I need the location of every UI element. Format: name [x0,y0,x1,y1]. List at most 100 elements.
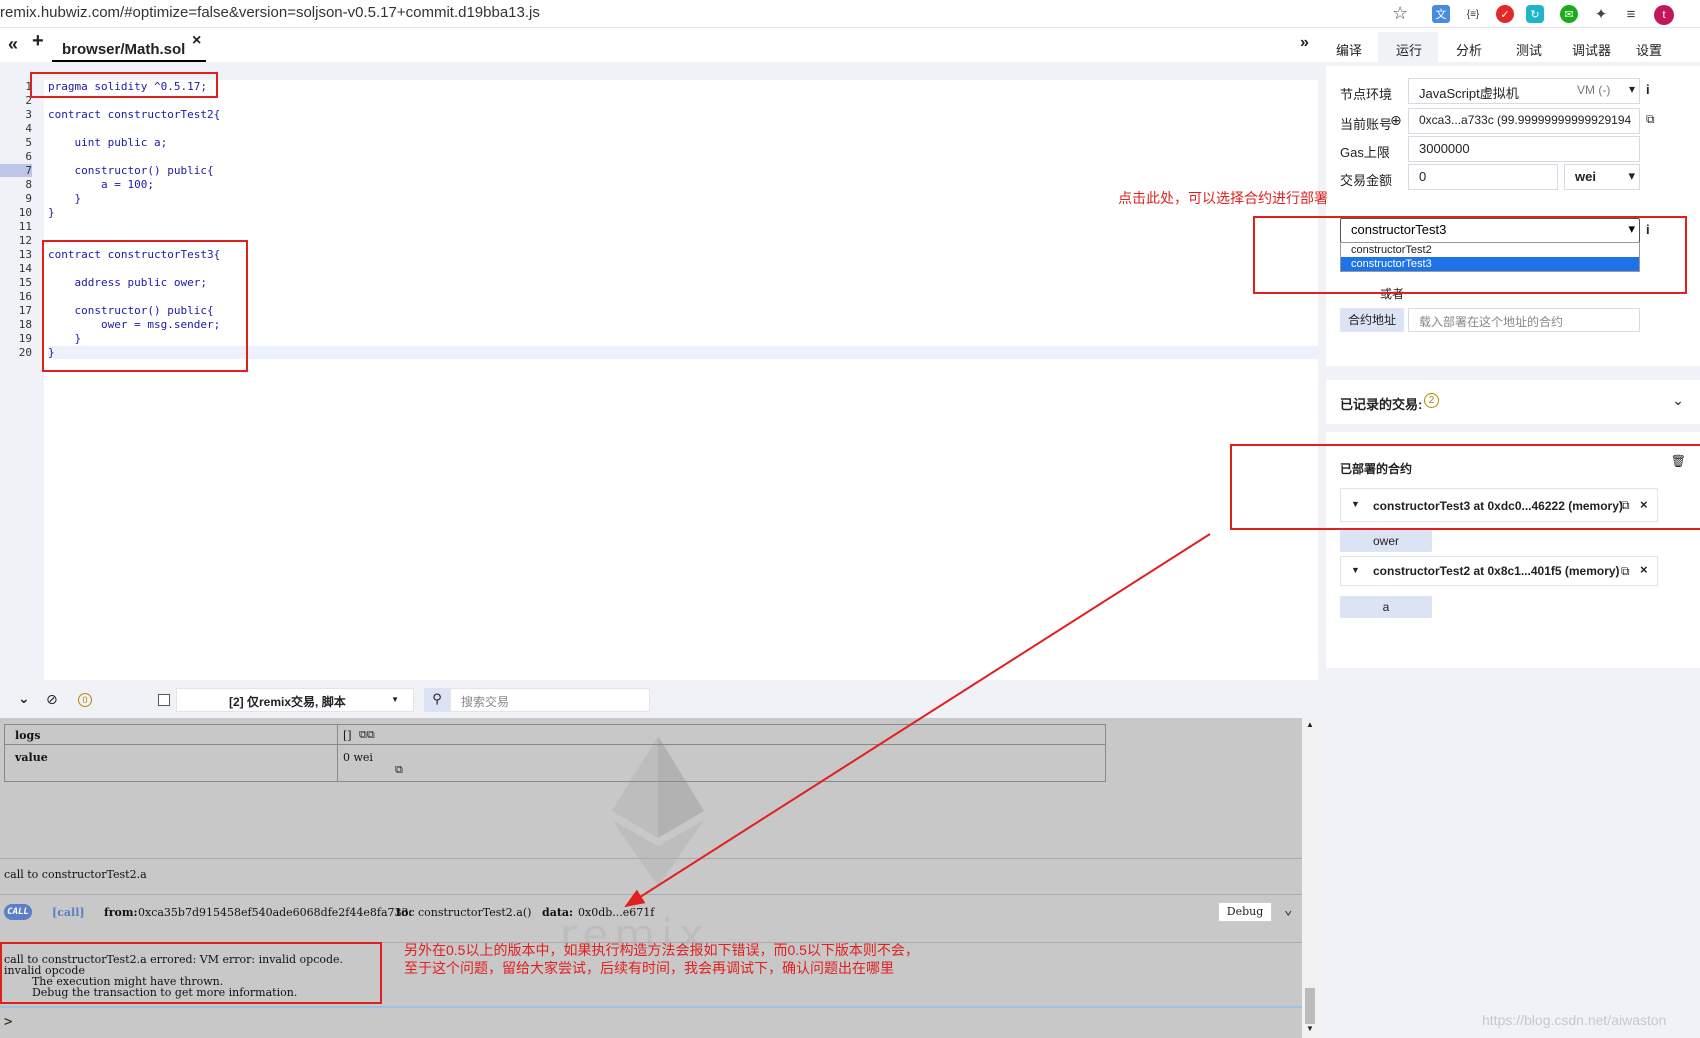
adblock-icon[interactable]: ✓ [1496,5,1514,23]
menu-test[interactable]: 测试 [1516,40,1542,59]
code-line: contract constructorTest2{ [48,108,221,121]
function-button-a[interactable]: a [1340,596,1432,618]
profile-avatar[interactable]: t [1654,5,1674,25]
caret-down-icon: ▼ [391,695,399,704]
code-area[interactable]: pragma solidity ^0.5.17; contract constru… [44,80,1318,680]
line-number: 20 [18,346,32,359]
gas-input[interactable]: 3000000 [1408,136,1640,162]
line-number: 18 [18,318,32,331]
copy-icon[interactable]: ⧉ [1621,564,1630,579]
search-icon[interactable]: ⚲ [424,688,450,712]
logs-key: logs [15,729,41,742]
recorded-tx-card[interactable]: 已记录的交易: 2 ⌄ [1326,380,1700,424]
line-number: 4 [25,122,32,135]
value-unit-select[interactable]: wei ▾ [1564,164,1640,190]
line-number: 8 [25,178,32,191]
chevron-down-icon: ▾ [1628,82,1635,96]
at-address-placeholder: 载入部署在这个地址的合约 [1419,315,1564,329]
value-value: 0 wei [343,751,373,764]
close-icon[interactable]: × [1640,562,1648,577]
tx-detail-table: logs [] ⧉⧉ value 0 wei ⧉ [4,724,1106,782]
menu-debugger[interactable]: 调试器 [1572,40,1611,59]
menu-analysis[interactable]: 分析 [1456,40,1482,59]
menu-settings[interactable]: 设置 [1636,40,1662,59]
terminal-scrollbar[interactable]: ▲ ▼ [1302,718,1318,1038]
chevron-down-icon[interactable]: ⌄ [1284,902,1292,918]
annotation-box-pragma [30,72,218,98]
annotation-note-line2: 至于这个问题，留给大家尝试，后续有时间，我会再调试下，确认问题出在哪里 [404,960,894,976]
file-tab[interactable]: browser/Math.sol × [52,32,206,62]
collapse-panel-icon[interactable]: « [8,34,18,55]
copy-account-icon[interactable]: ⧉ [1646,112,1655,127]
copy-icon[interactable]: ⧉ [395,763,403,777]
puzzle-icon[interactable]: ✦ [1592,5,1610,23]
line-number: 13 [18,248,32,261]
json-icon[interactable]: {≡} [1464,5,1482,23]
value-unit: wei [1575,169,1596,184]
close-tab-icon[interactable]: × [192,32,201,50]
run-panel: 节点环境 JavaScript虚拟机 VM (-) ▾ i 当前账号 ⊕ 0xc… [1318,62,1700,1038]
expand-panel-icon[interactable]: » [1300,34,1309,52]
at-address-button[interactable]: 合约地址 [1340,308,1404,332]
annotation-box-select [1253,216,1687,294]
scroll-up-icon[interactable]: ▲ [1306,720,1314,729]
clear-console-icon[interactable]: ⊘ [46,691,58,708]
debug-button[interactable]: Debug [1218,902,1272,922]
at-address-input[interactable]: 载入部署在这个地址的合约 [1408,308,1640,332]
line-number: 3 [25,108,32,121]
data-label: data: [542,906,574,919]
bookmark-star-icon[interactable]: ☆ [1392,3,1408,24]
table-row: logs [] ⧉⧉ [5,725,1105,782]
env-select[interactable]: JavaScript虚拟机 VM (-) ▾ [1408,78,1640,104]
terminal-divider [0,894,1302,895]
code-line: uint public a; [48,136,168,149]
terminal-input[interactable]: > [0,1006,1302,1038]
add-account-icon[interactable]: ⊕ [1390,112,1402,129]
logs-value: [] [343,729,352,742]
recorded-label: 已记录的交易: [1340,397,1423,412]
value-input[interactable]: 0 [1408,164,1558,190]
listen-checkbox[interactable] [158,694,170,706]
account-select[interactable]: 0xca3...a733c (99.99999999999929194 [1408,108,1640,134]
value-label: 交易金额 [1340,173,1393,188]
filter-value: [2] 仅remix交易, 脚本 [229,695,346,709]
scroll-down-icon[interactable]: ▼ [1306,1024,1314,1033]
line-number: 6 [25,150,32,163]
data-value: 0x0db...e671f [578,906,655,919]
translate-icon[interactable]: 文 [1432,5,1450,23]
code-line: } [48,192,82,205]
search-input[interactable]: 搜索交易 [450,688,650,712]
menu-compile[interactable]: 编译 [1336,40,1362,59]
annotation-note-line1: 另外在0.5以上的版本中，如果执行构造方法会报如下错误，而0.5以下版本则不会， [404,942,919,958]
chevron-down-icon[interactable]: ⌄ [1672,392,1684,409]
function-button-ower[interactable]: ower [1340,530,1432,552]
wechat-icon[interactable]: ✉ [1560,5,1578,23]
file-tab-label: browser/Math.sol [62,41,186,58]
filter-select[interactable]: [2] 仅remix交易, 脚本 ▼ [176,688,414,712]
annotation-box-instance [1230,444,1700,530]
scroll-thumb[interactable] [1305,988,1315,1024]
tab-menu: 编译 运行 分析 测试 调试器 设置 [1318,30,1700,62]
annotation-box-contract3 [42,240,248,372]
copy-icon[interactable]: ⧉⧉ [359,728,375,742]
line-number: 19 [18,332,32,345]
value-key: value [15,751,48,764]
line-number: 9 [25,192,32,205]
instance-title: constructorTest2 at 0x8c1...401f5 (memor… [1373,564,1620,578]
recorded-count-badge: 2 [1424,393,1439,408]
line-number: 11 [18,220,32,233]
column-divider [337,725,338,782]
collapse-terminal-icon[interactable]: ⌄ [18,690,30,707]
menu-run[interactable]: 运行 [1396,40,1422,59]
call-line: call to constructorTest2.a [4,868,147,881]
add-file-icon[interactable]: + [32,30,44,53]
gas-label: Gas上限 [1340,145,1390,160]
info-icon[interactable]: i [1646,82,1650,97]
pending-count-badge: 0 [78,693,92,707]
chevron-down-icon: ▾ [1628,168,1635,183]
line-number: 7 [0,164,32,177]
menu-icon[interactable]: ≡ [1622,5,1640,23]
instance-row[interactable]: ▼ constructorTest2 at 0x8c1...401f5 (mem… [1340,556,1658,586]
sync-icon[interactable]: ↻ [1526,5,1544,23]
url-text[interactable]: remix.hubwiz.com/#optimize=false&version… [0,4,540,21]
